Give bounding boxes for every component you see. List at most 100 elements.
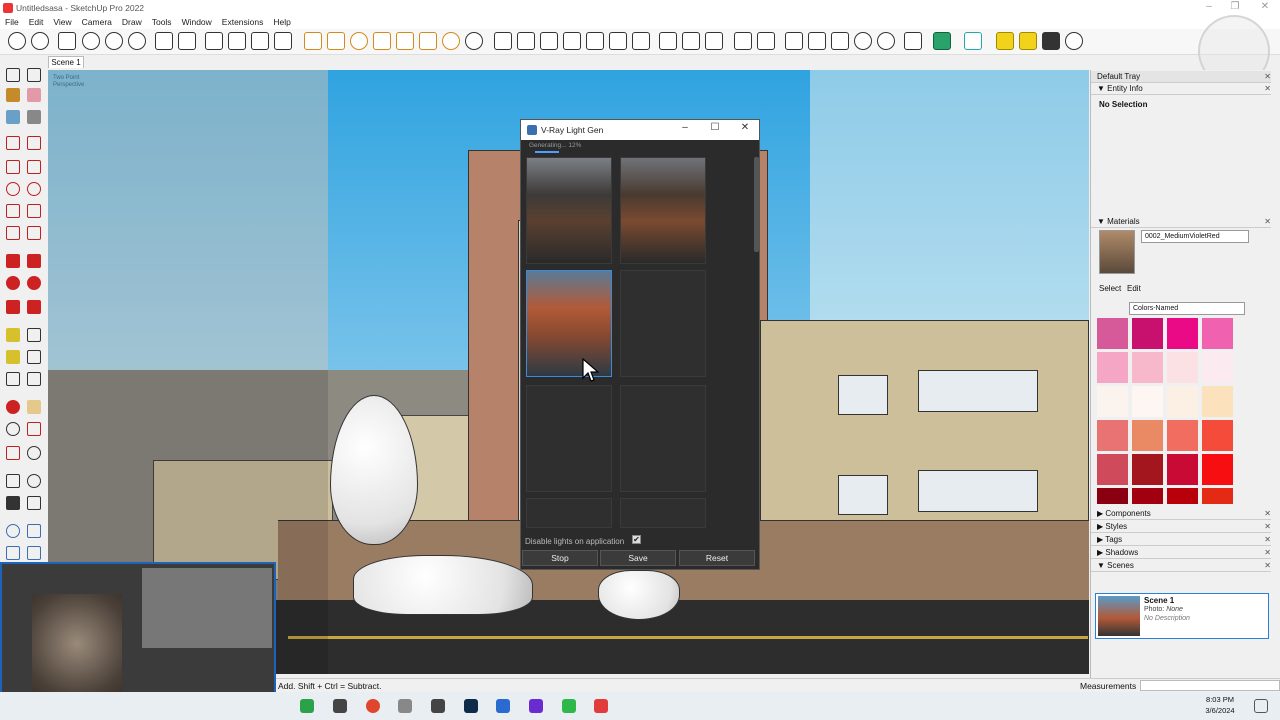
panel-components[interactable]: ▶ Components ✕ [1091,508,1271,520]
smoove-icon[interactable] [6,546,20,560]
vray-icon[interactable] [933,32,951,50]
two-point-arc-icon[interactable] [27,204,41,218]
material-swatch[interactable] [1097,454,1128,485]
vray-clipper-icon[interactable] [517,32,535,50]
section-plane-icon[interactable] [27,496,41,510]
orbit-icon[interactable] [6,400,20,414]
paint-bucket-icon[interactable] [6,88,20,102]
material-swatch[interactable] [1132,454,1163,485]
photoshop-app-icon[interactable] [464,699,478,713]
scene-tab[interactable]: Scene 1 [48,56,84,68]
reset-button[interactable]: Reset [679,550,755,566]
vray-cloud-icon[interactable] [854,32,872,50]
menu-help[interactable]: Help [268,17,295,27]
section-icon[interactable] [155,32,173,50]
offset-icon[interactable] [27,300,41,314]
freehand-icon[interactable] [27,136,41,150]
material-swatch[interactable] [1132,420,1163,451]
vray-region-icon[interactable] [785,32,803,50]
rotated-rectangle-icon[interactable] [27,160,41,174]
vray-interactive-icon[interactable] [757,32,775,50]
minimize-icon[interactable]: – [675,122,695,133]
push-pull-icon[interactable] [58,32,76,50]
material-swatch[interactable] [1167,318,1198,349]
material-swatch[interactable] [1202,386,1233,417]
position-camera-icon[interactable] [6,474,20,488]
panel-styles[interactable]: ▶ Styles ✕ [1091,521,1271,533]
material-swatch[interactable] [1202,488,1233,504]
material-swatch[interactable] [1202,318,1233,349]
zoom-extents-icon[interactable] [6,446,20,460]
move-icon[interactable] [6,254,20,268]
tab-select[interactable]: Select [1099,284,1121,293]
store-app-icon[interactable] [300,699,314,713]
walk-icon[interactable] [6,496,20,510]
material-swatch[interactable] [1097,488,1128,504]
material-swatch[interactable] [1202,352,1233,383]
material-swatch[interactable] [1132,352,1163,383]
vray-mesh-export-icon[interactable] [609,32,627,50]
vray-omni-icon[interactable] [419,32,437,50]
vray-ies-icon[interactable] [396,32,414,50]
vray-render-icon[interactable] [734,32,752,50]
menu-window[interactable]: Window [177,17,217,27]
three-point-arc-icon[interactable] [6,226,20,240]
previous-view-icon[interactable] [27,446,41,460]
vray-light-icon[interactable] [327,32,345,50]
panel-scenes[interactable]: ▼ Scenes ✕ [1091,560,1271,572]
sandbox-scratch-icon[interactable] [27,524,41,538]
close-icon[interactable]: ✕ [1264,71,1271,83]
notifications-icon[interactable] [1254,699,1268,713]
rotate-tool-icon[interactable] [6,276,20,290]
material-swatch[interactable] [1097,352,1128,383]
vray-scatter-icon[interactable] [563,32,581,50]
material-swatch[interactable] [1132,488,1163,504]
search-icon[interactable] [31,32,49,50]
sketchup-taskbar-icon[interactable] [496,699,510,713]
measurements-input[interactable] [1140,680,1280,691]
close-icon[interactable]: ✕ [1252,0,1278,15]
menu-view[interactable]: View [48,17,76,27]
light-variant-thumbnail[interactable] [526,157,612,264]
follow-me-icon[interactable] [105,32,123,50]
app-icon[interactable] [529,699,543,713]
lasso-tool-icon[interactable] [27,68,41,82]
vray-frame-buffer-icon[interactable] [808,32,826,50]
entity-info-header[interactable]: ▼ Entity Info ✕ [1091,83,1271,95]
scene-thumbnail-card[interactable]: Scene 1 Photo: None No Description [1095,593,1269,639]
view-front-icon[interactable] [228,32,246,50]
calculator-app-icon[interactable] [431,699,445,713]
vray-fur-icon[interactable] [540,32,558,50]
vray-layers-icon[interactable] [904,32,922,50]
pan-icon[interactable] [27,400,41,414]
circle-icon[interactable] [6,182,20,196]
vray-sphere-icon[interactable] [350,32,368,50]
zoom-icon[interactable] [6,422,20,436]
eraser-icon[interactable] [27,88,41,102]
light-variant-thumbnail[interactable] [620,157,706,264]
view-back-icon[interactable] [274,32,292,50]
pie-icon[interactable] [27,226,41,240]
menu-file[interactable]: File [0,17,24,27]
vray-pack-icon[interactable] [632,32,650,50]
axes-icon[interactable] [6,372,20,386]
zoom-window-icon[interactable] [27,422,41,436]
view-right-icon[interactable] [251,32,269,50]
push-pull-tool-icon[interactable] [27,254,41,268]
3d-text-icon[interactable] [27,372,41,386]
menu-tools[interactable]: Tools [147,17,177,27]
grid-icon[interactable] [682,32,700,50]
material-swatch[interactable] [1097,318,1128,349]
dialog-scrollbar[interactable] [754,157,759,252]
light-variant-thumbnail-selected[interactable] [526,270,612,377]
minimize-icon[interactable]: – [1196,0,1222,15]
tag-tool-icon[interactable] [6,110,20,124]
refresh-icon[interactable] [128,32,146,50]
fence-icon[interactable] [705,32,723,50]
app-icon[interactable] [398,699,412,713]
line-tool-icon[interactable] [6,136,20,150]
material-name-input[interactable]: 0002_MediumVioletRed [1141,230,1249,243]
vray-mesh-icon[interactable] [465,32,483,50]
tape-measure-icon[interactable] [6,328,20,342]
rotate-icon[interactable] [82,32,100,50]
